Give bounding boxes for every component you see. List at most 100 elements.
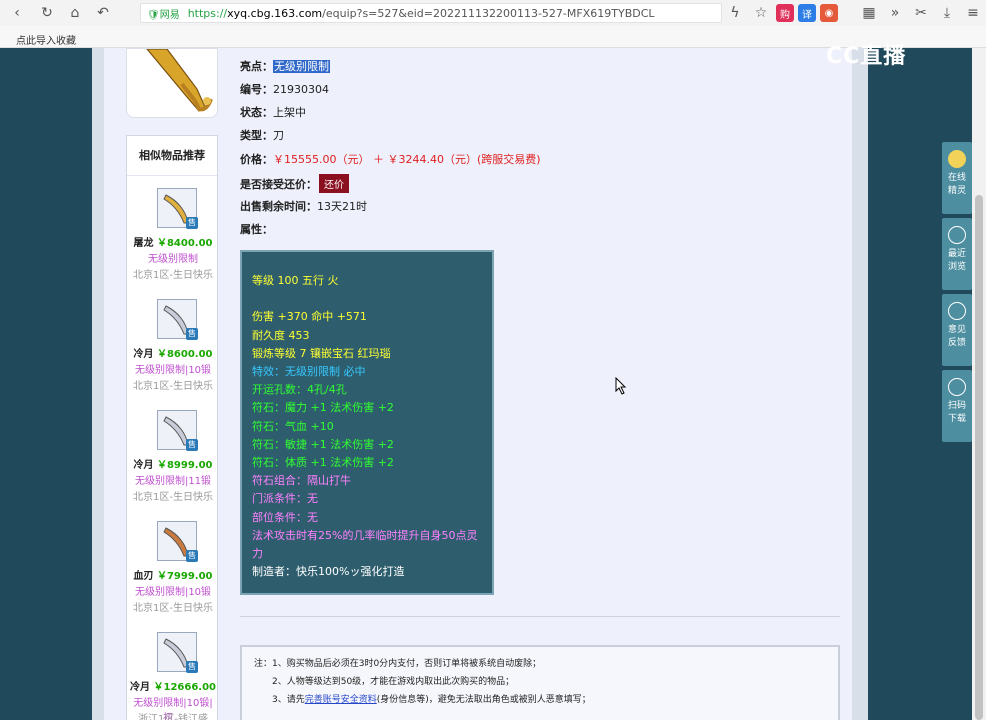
url-path: /equip?s=527&eid=202211132200113-527-MFX…	[322, 6, 655, 20]
home-icon[interactable]: ⌂	[64, 2, 86, 24]
sell-badge: 售	[186, 661, 198, 673]
similar-item-server: 北京1区-生日快乐	[133, 270, 213, 281]
similar-item-server: 北京1区-生日快乐	[133, 381, 213, 392]
similar-item-server: 北京1区-生日快乐	[133, 492, 213, 503]
type-row: 类型：刀	[240, 129, 284, 142]
floating-sidebar: 在线 精灵最近 浏览意见 反馈扫码 下载	[942, 142, 972, 446]
more-icon[interactable]: »	[884, 2, 906, 24]
sidebar-item[interactable]: 扫码 下载	[942, 370, 972, 442]
undo-icon[interactable]: ↶	[92, 2, 114, 24]
attribute-line: 符石组合：隔山打牛	[252, 474, 351, 488]
attribute-line: 耐久度 453	[252, 328, 310, 342]
offer-row: 是否接受还价： 还价	[240, 174, 349, 193]
attribute-line: 制造者：快乐100%ッ强化打造	[252, 565, 405, 579]
attribute-line: 开运孔数：4孔/4孔	[252, 383, 347, 397]
browser-extensions: ϟ ☆ 购 译 ◉ ▦ » ✂ ⤓ ≡	[724, 0, 984, 26]
note-line-2: 2、人物等级达到50级，才能在游戏内取出此次购买的物品；	[272, 677, 515, 687]
sidebar-item[interactable]: 在线 精灵	[942, 142, 972, 214]
edit-icon	[948, 302, 966, 320]
attribute-line: 部位条件：无	[252, 510, 318, 524]
apps-grid-icon[interactable]: ▦	[858, 2, 880, 24]
attribute-line: 特效：无级别限制 必中	[252, 365, 366, 378]
attribute-line: 门派条件：无	[252, 492, 318, 506]
sidebar-item[interactable]: 最近 浏览	[942, 218, 972, 290]
avatar-icon	[948, 150, 966, 168]
id-row: 编号：21930304	[240, 83, 329, 96]
url-protocol: https://	[187, 6, 228, 20]
attribute-line: 力	[252, 547, 263, 561]
sell-badge: 售	[186, 550, 198, 562]
account-security-link[interactable]: 完善账号安全资料	[305, 695, 377, 705]
sidebar-item[interactable]: 意见 反馈	[942, 294, 972, 366]
note-line-1: 注：1、购买物品后必须在3时0分内支付，否则订单将被系统自动废除；	[254, 659, 542, 669]
time-row: 出售剩余时间：13天21时	[240, 200, 367, 213]
similar-item-thumb[interactable]: 售	[157, 188, 198, 229]
attribute-line: 符石：体质 +1 法术伤害 +2	[252, 456, 394, 470]
mouse-cursor-icon	[615, 377, 627, 395]
similar-item-name: 屠龙 ￥8400.00	[133, 238, 213, 249]
shop-ext-icon[interactable]: 购	[776, 4, 794, 22]
attribute-line: 伤害 +370 命中 +571	[252, 310, 367, 324]
sell-badge: 售	[186, 217, 198, 229]
similar-item-name: 冷月 ￥8600.00	[133, 349, 213, 360]
similar-item-limit: 无级别限制	[148, 254, 198, 265]
price-value: ￥15555.00（元） ＋ ￥3244.40（元）(跨服交易费)	[273, 153, 541, 166]
translate-ext-icon[interactable]: 译	[798, 4, 816, 22]
sidebar-label: 扫码 下载	[947, 401, 966, 424]
import-bookmarks-link[interactable]: 点此导入收藏	[16, 36, 76, 47]
similar-item-name: 冷月 ￥12666.00	[130, 682, 216, 693]
similar-item-name: 冷月 ￥8999.00	[133, 460, 213, 471]
equipment-detail: 亮点：无级别限制 编号：21930304 状态：上架中 类型：刀 价格：￥155…	[104, 48, 852, 720]
scissors-icon[interactable]: ✂	[910, 2, 932, 24]
attribute-line: 法术攻击时有25%的几率临时提升自身50点灵	[252, 528, 478, 542]
status-row: 状态：上架中	[240, 106, 306, 119]
attribute-line: 等级 100 五行 火	[252, 274, 339, 287]
similar-items-panel: 相似物品推荐 售屠龙 ￥8400.00 无级别限制 北京1区-生日快乐售冷月 ￥86…	[126, 135, 218, 720]
sidebar-label: 在线 精灵	[947, 173, 966, 196]
sell-badge: 售	[186, 439, 198, 451]
scrollbar-thumb[interactable]	[975, 195, 983, 720]
secure-badge: 🛡网易	[147, 9, 180, 21]
download-icon[interactable]: ⤓	[936, 2, 958, 24]
attribute-line	[252, 290, 482, 308]
address-bar[interactable]: 🛡网易 https://xyq.cbg.163.com/equip?s=527&…	[140, 3, 722, 23]
similar-item-limit: 无级别限制|11锻	[134, 476, 212, 487]
counter-offer-button[interactable]: 还价	[319, 174, 349, 193]
scan-icon	[948, 378, 966, 396]
back-icon[interactable]: ‹	[6, 2, 28, 24]
attribute-line: 符石：魔力 +1 法术伤害 +2	[252, 401, 394, 415]
price-row: 价格：￥15555.00（元） ＋ ￥3244.40（元）(跨服交易费)	[240, 153, 541, 166]
highlight-row: 亮点：无级别限制	[240, 60, 330, 73]
clock-icon	[948, 226, 966, 244]
divider	[240, 616, 840, 617]
menu-icon[interactable]: ≡	[962, 2, 984, 24]
similar-items-title: 相似物品推荐	[127, 136, 217, 176]
similar-item-thumb[interactable]: 售	[157, 410, 198, 451]
attribute-line: 符石：气血 +10	[252, 419, 334, 433]
attribute-box: 等级 100 五行 火伤害 +370 命中 +571 耐久度 453 锻炼等级 7 …	[240, 250, 494, 595]
attribute-line: 符石：敏捷 +1 法术伤害 +2	[252, 437, 394, 451]
refresh-icon[interactable]: ↻	[36, 2, 58, 24]
highlight-value: 无级别限制	[273, 60, 330, 73]
similar-item-thumb[interactable]: 售	[157, 632, 198, 673]
url-host: xyq.cbg.163.com	[227, 6, 323, 20]
similar-item-limit: 无级别限制|10锻	[134, 365, 212, 376]
similar-item-server: 北京1区-生日快乐	[133, 603, 213, 614]
note-line-3: 3、请先完善账号安全资料(身份信息等)，避免无法取出角色或被别人恶意填写；	[272, 695, 591, 705]
similar-item-server: 浙江1区-钱江盛	[138, 714, 208, 720]
similar-item-limit: 无级别限制|10锻	[134, 587, 212, 598]
attr-row: 属性：	[240, 223, 273, 236]
lightning-icon[interactable]: ϟ	[724, 2, 746, 24]
sidebar-label: 最近 浏览	[947, 249, 966, 272]
item-image	[126, 48, 218, 118]
similar-item-thumb[interactable]: 售	[157, 521, 198, 562]
game-ext-icon[interactable]: ◉	[820, 4, 838, 22]
attribute-line: 锻炼等级 7 镶嵌宝石 红玛瑙	[252, 346, 391, 360]
sell-badge: 售	[186, 328, 198, 340]
golden-blade-icon	[146, 49, 213, 112]
purchase-notes: 注：1、购买物品后必须在3时0分内支付，否则订单将被系统自动废除； 2、人物等级…	[240, 645, 840, 720]
similar-item-name: 血刃 ￥7999.00	[133, 571, 213, 582]
star-icon[interactable]: ☆	[750, 2, 772, 24]
cc-live-watermark: CC直播	[826, 44, 907, 69]
similar-item-thumb[interactable]: 售	[157, 299, 198, 340]
